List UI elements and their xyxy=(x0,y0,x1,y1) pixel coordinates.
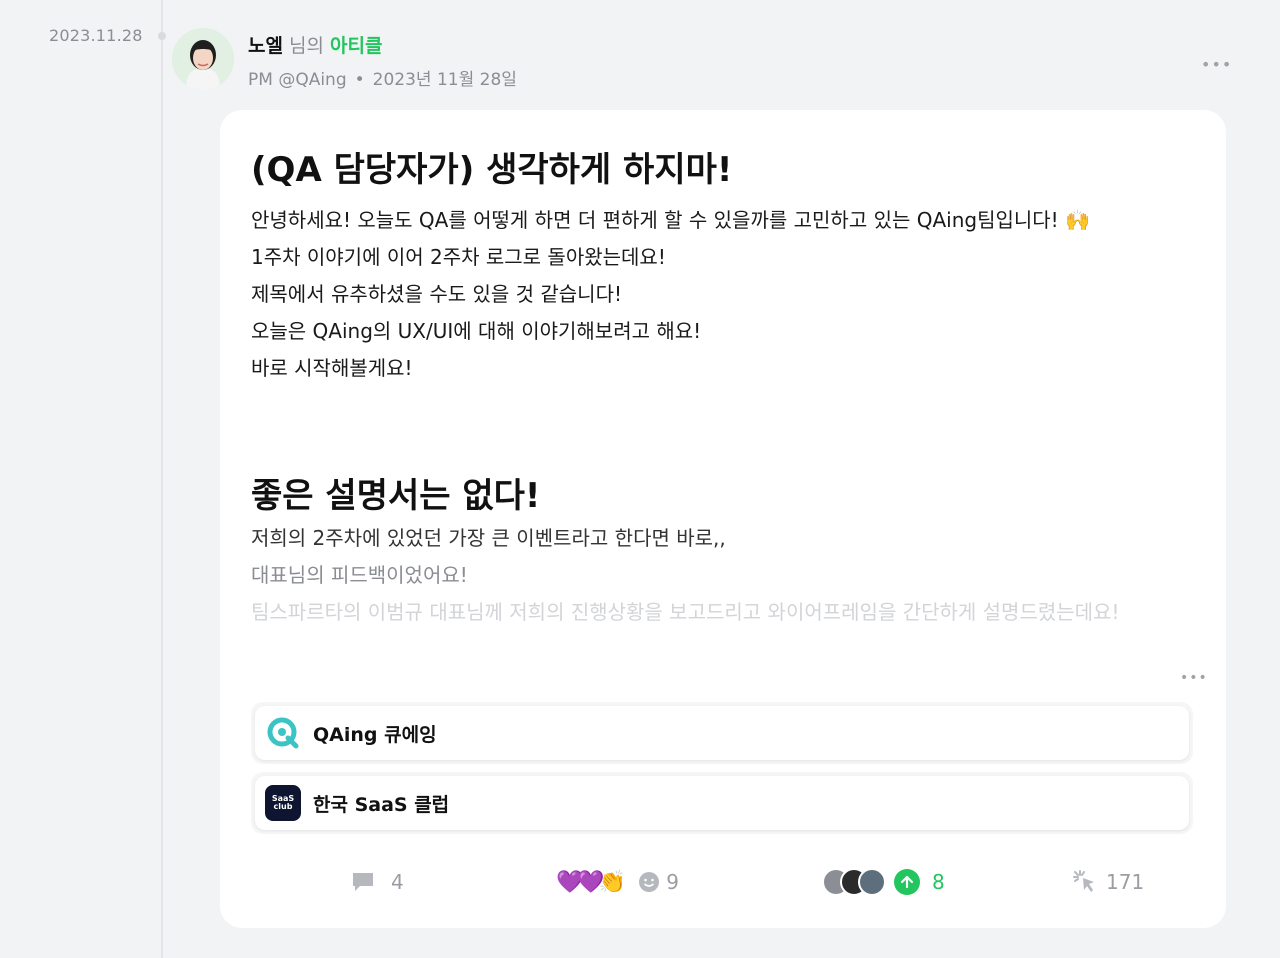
author-meta: PM @QAing • 2023년 11월 28일 xyxy=(248,65,517,90)
comments-button[interactable]: 4 xyxy=(351,862,404,902)
author-line: 노엘 님의 아티클 xyxy=(248,31,382,58)
timeline-line xyxy=(161,0,163,958)
votes-button[interactable]: 8 xyxy=(822,862,945,902)
section-line: 팀스파르타의 이범규 대표님께 저희의 진행상황을 보고드리고 와이어프레임을 … xyxy=(251,600,1120,624)
intro-line: 바로 시작해볼게요! xyxy=(251,356,413,380)
post-date: 2023년 11월 28일 xyxy=(372,70,517,90)
tag-label: 한국 SaaS 클럽 xyxy=(313,793,450,816)
qaing-logo-icon xyxy=(265,715,301,751)
post-more-menu-button[interactable]: ••• xyxy=(1201,55,1232,74)
section-line: 대표님의 피드백이었어요! xyxy=(251,563,468,587)
voter-avatar xyxy=(858,868,886,896)
author-name[interactable]: 노엘 xyxy=(248,35,283,57)
meta-separator: • xyxy=(354,70,365,90)
saas-club-logo-icon: SaaS club xyxy=(265,785,301,821)
card-more-button[interactable]: ••• xyxy=(1180,670,1208,686)
intro-line: 제목에서 유추하셨을 수도 있을 것 같습니다! xyxy=(251,282,623,306)
intro-line: 안녕하세요! 오늘도 QA를 어떻게 하면 더 편하게 할 수 있을까를 고민하… xyxy=(251,208,1090,232)
post-type: 아티클 xyxy=(330,35,383,57)
timeline-date: 2023.11.28 xyxy=(49,26,143,45)
reactions-count: 9 xyxy=(666,870,679,894)
section-line: 저희의 2주차에 있었던 가장 큰 이벤트라고 한다면 바로,, xyxy=(251,526,726,550)
click-icon xyxy=(1073,870,1094,892)
tag-inner: SaaS club 한국 SaaS 클럽 xyxy=(255,776,1189,830)
author-suffix: 님의 xyxy=(289,35,324,57)
post-section: 저희의 2주차에 있었던 가장 큰 이벤트라고 한다면 바로,, 대표님의 피드… xyxy=(251,520,1201,631)
tag-label: QAing 큐에잉 xyxy=(313,723,437,746)
timeline-dot xyxy=(158,32,166,40)
votes-count: 8 xyxy=(932,870,945,894)
smiley-icon[interactable] xyxy=(638,871,660,893)
tag-saas-club[interactable]: SaaS club 한국 SaaS 클럽 xyxy=(251,772,1193,834)
post-actions: 4 💜 💜 👏 9 8 171 xyxy=(220,862,1226,902)
views-count: 171 xyxy=(1106,870,1145,894)
comments-count: 4 xyxy=(391,870,404,894)
views-indicator: 171 xyxy=(1072,862,1144,902)
intro-line: 오늘은 QAing의 UX/UI에 대해 이야기해보려고 해요! xyxy=(251,319,702,343)
author-avatar[interactable] xyxy=(172,28,234,90)
comment-icon xyxy=(353,873,373,891)
post-subheading: 좋은 설명서는 없다! xyxy=(251,476,541,516)
clapping-hands-icon: 👏 xyxy=(598,869,627,895)
tag-qaing[interactable]: QAing 큐에잉 xyxy=(251,702,1193,764)
author-role: PM @QAing xyxy=(248,70,347,90)
intro-line: 1주차 이야기에 이어 2주차 로그로 돌아왔는데요! xyxy=(251,245,666,269)
reactions-button[interactable]: 💜 💜 👏 9 xyxy=(556,862,679,902)
post-title: (QA 담당자가) 생각하게 하지마! xyxy=(251,150,733,190)
post-intro: 안녕하세요! 오늘도 QA를 어떻게 하면 더 편하게 할 수 있을까를 고민하… xyxy=(251,202,1191,387)
post-card[interactable]: (QA 담당자가) 생각하게 하지마! 안녕하세요! 오늘도 QA를 어떻게 하… xyxy=(220,110,1226,928)
upvote-icon xyxy=(894,869,920,895)
tag-inner: QAing 큐에잉 xyxy=(255,706,1189,760)
avatar-photo xyxy=(172,28,234,90)
